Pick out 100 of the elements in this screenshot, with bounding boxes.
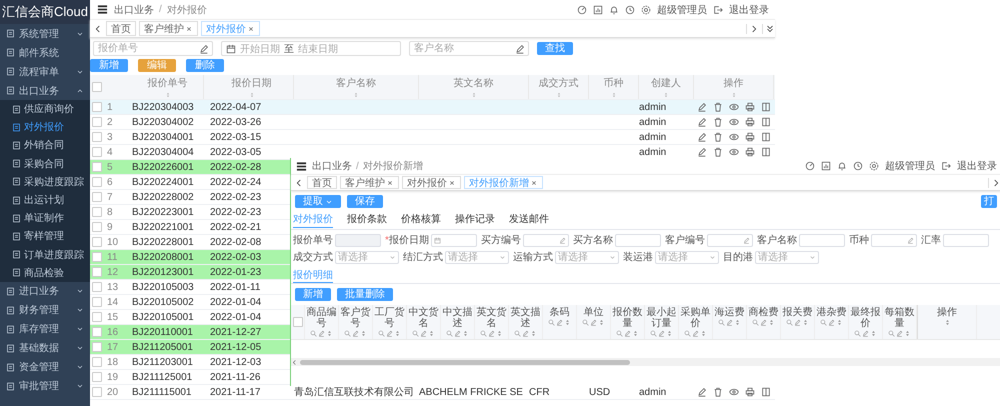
sidebar-subitem[interactable]: 商品检验 bbox=[0, 264, 90, 282]
delete-icon[interactable] bbox=[713, 132, 723, 142]
sort-icon[interactable] bbox=[610, 92, 616, 98]
row-checkbox[interactable] bbox=[92, 102, 102, 112]
sort-icon[interactable] bbox=[394, 330, 401, 337]
delete-icon[interactable] bbox=[713, 102, 723, 112]
panel-icon[interactable] bbox=[761, 132, 771, 142]
bell-icon[interactable] bbox=[837, 161, 847, 171]
edit-icon[interactable] bbox=[794, 319, 801, 326]
sort-icon[interactable] bbox=[164, 92, 170, 98]
edit-icon[interactable] bbox=[199, 44, 209, 54]
sidebar-subitem[interactable]: 外销合同 bbox=[0, 136, 90, 155]
edit-icon[interactable] bbox=[420, 330, 427, 337]
search-icon[interactable] bbox=[888, 330, 895, 337]
logout-icon[interactable] bbox=[941, 161, 951, 171]
sort-icon[interactable] bbox=[730, 92, 736, 98]
search-icon[interactable] bbox=[616, 330, 623, 337]
sort-icon[interactable] bbox=[700, 330, 707, 337]
select-all-checkbox[interactable] bbox=[292, 317, 302, 327]
sidebar-item[interactable]: 基础数据 bbox=[0, 338, 90, 358]
row-checkbox[interactable] bbox=[92, 132, 102, 142]
sort-icon[interactable] bbox=[904, 330, 911, 337]
row-checkbox[interactable] bbox=[92, 117, 102, 127]
view-icon[interactable] bbox=[729, 132, 739, 142]
sidebar-subitem[interactable]: 对外报价 bbox=[0, 118, 90, 136]
table-row[interactable]: 3 BJ220304001 2022-03-15 admin bbox=[90, 130, 775, 145]
page-tab[interactable]: 首页 bbox=[307, 176, 337, 189]
sort-icon[interactable] bbox=[666, 330, 673, 337]
edit-icon[interactable] bbox=[697, 102, 707, 112]
edit-icon[interactable] bbox=[624, 330, 631, 337]
close-icon[interactable] bbox=[386, 178, 394, 186]
sort-icon[interactable] bbox=[353, 92, 359, 98]
settings-icon[interactable] bbox=[869, 161, 879, 171]
customer-field[interactable]: 客户名称 bbox=[409, 41, 529, 56]
sidebar-subitem[interactable]: 采购合同 bbox=[0, 154, 90, 173]
sort-icon[interactable] bbox=[663, 92, 669, 98]
row-checkbox[interactable] bbox=[92, 252, 102, 262]
print-icon[interactable] bbox=[745, 387, 755, 397]
row-checkbox[interactable] bbox=[92, 192, 102, 202]
view-icon[interactable] bbox=[729, 147, 739, 157]
sort-icon[interactable] bbox=[870, 330, 877, 337]
row-checkbox[interactable] bbox=[92, 177, 102, 187]
row-checkbox[interactable] bbox=[92, 342, 102, 352]
delete-icon[interactable] bbox=[713, 387, 723, 397]
sort-icon[interactable] bbox=[248, 92, 254, 98]
breadcrumb-link[interactable]: 出口业务 bbox=[114, 2, 154, 16]
sort-icon[interactable] bbox=[462, 330, 469, 337]
row-checkbox[interactable] bbox=[92, 357, 102, 367]
search-icon[interactable] bbox=[446, 330, 453, 337]
row-checkbox[interactable] bbox=[92, 162, 102, 172]
form-field[interactable] bbox=[430, 234, 477, 246]
logout-icon[interactable] bbox=[713, 4, 723, 14]
edit-icon[interactable] bbox=[828, 319, 835, 326]
sidebar-subitem[interactable]: 单证制作 bbox=[0, 209, 90, 228]
edit-icon[interactable] bbox=[692, 330, 699, 337]
edit-icon[interactable] bbox=[352, 330, 359, 337]
menu-icon[interactable] bbox=[295, 160, 308, 172]
search-icon[interactable] bbox=[344, 330, 351, 337]
breadcrumb-link[interactable]: 出口业务 bbox=[312, 159, 352, 173]
search-icon[interactable] bbox=[548, 319, 555, 326]
view-icon[interactable] bbox=[729, 387, 739, 397]
row-checkbox[interactable] bbox=[92, 222, 102, 232]
row-checkbox[interactable] bbox=[92, 237, 102, 247]
code-field[interactable]: 报价单号 bbox=[93, 41, 213, 56]
clock-icon[interactable] bbox=[625, 4, 635, 14]
row-checkbox[interactable] bbox=[92, 387, 102, 397]
sidebar-item[interactable]: 财务管理 bbox=[0, 300, 90, 320]
sidebar-item[interactable]: 审批管理 bbox=[0, 376, 90, 396]
sort-icon[interactable] bbox=[802, 319, 809, 326]
sort-icon[interactable] bbox=[556, 92, 562, 98]
panel-icon[interactable] bbox=[761, 387, 771, 397]
select-all-checkbox[interactable] bbox=[92, 82, 102, 92]
row-checkbox[interactable] bbox=[92, 312, 102, 322]
edit-icon[interactable] bbox=[697, 147, 707, 157]
edit-icon[interactable] bbox=[697, 387, 707, 397]
search-icon[interactable] bbox=[310, 330, 317, 337]
page-tab[interactable]: 客户维护 bbox=[139, 21, 198, 36]
edit-icon[interactable] bbox=[658, 330, 665, 337]
logout-link[interactable]: 退出登录 bbox=[957, 159, 997, 173]
form-field[interactable] bbox=[335, 234, 381, 246]
sort-icon[interactable] bbox=[326, 330, 333, 337]
search-icon[interactable] bbox=[582, 319, 589, 326]
close-icon[interactable] bbox=[247, 24, 255, 32]
chart-icon[interactable] bbox=[821, 161, 831, 171]
search-icon[interactable] bbox=[684, 330, 691, 337]
sidebar-item[interactable]: 系统管理 bbox=[0, 24, 90, 43]
sort-icon[interactable] bbox=[470, 92, 476, 98]
search-icon[interactable] bbox=[378, 330, 385, 337]
table-row[interactable]: 1 BJ220304003 2022-04-07 admin bbox=[90, 100, 775, 115]
search-icon[interactable] bbox=[752, 319, 759, 326]
row-checkbox[interactable] bbox=[92, 267, 102, 277]
scroll-left-icon[interactable] bbox=[291, 358, 298, 366]
edit-icon[interactable] bbox=[515, 44, 525, 54]
search-icon[interactable] bbox=[412, 330, 419, 337]
view-icon[interactable] bbox=[729, 117, 739, 127]
edit-icon[interactable] bbox=[556, 319, 563, 326]
form-field[interactable] bbox=[942, 234, 989, 246]
scroll-right-icon[interactable] bbox=[746, 24, 759, 34]
sort-icon[interactable] bbox=[496, 330, 503, 337]
user-name[interactable]: 超级管理员 bbox=[657, 2, 707, 16]
